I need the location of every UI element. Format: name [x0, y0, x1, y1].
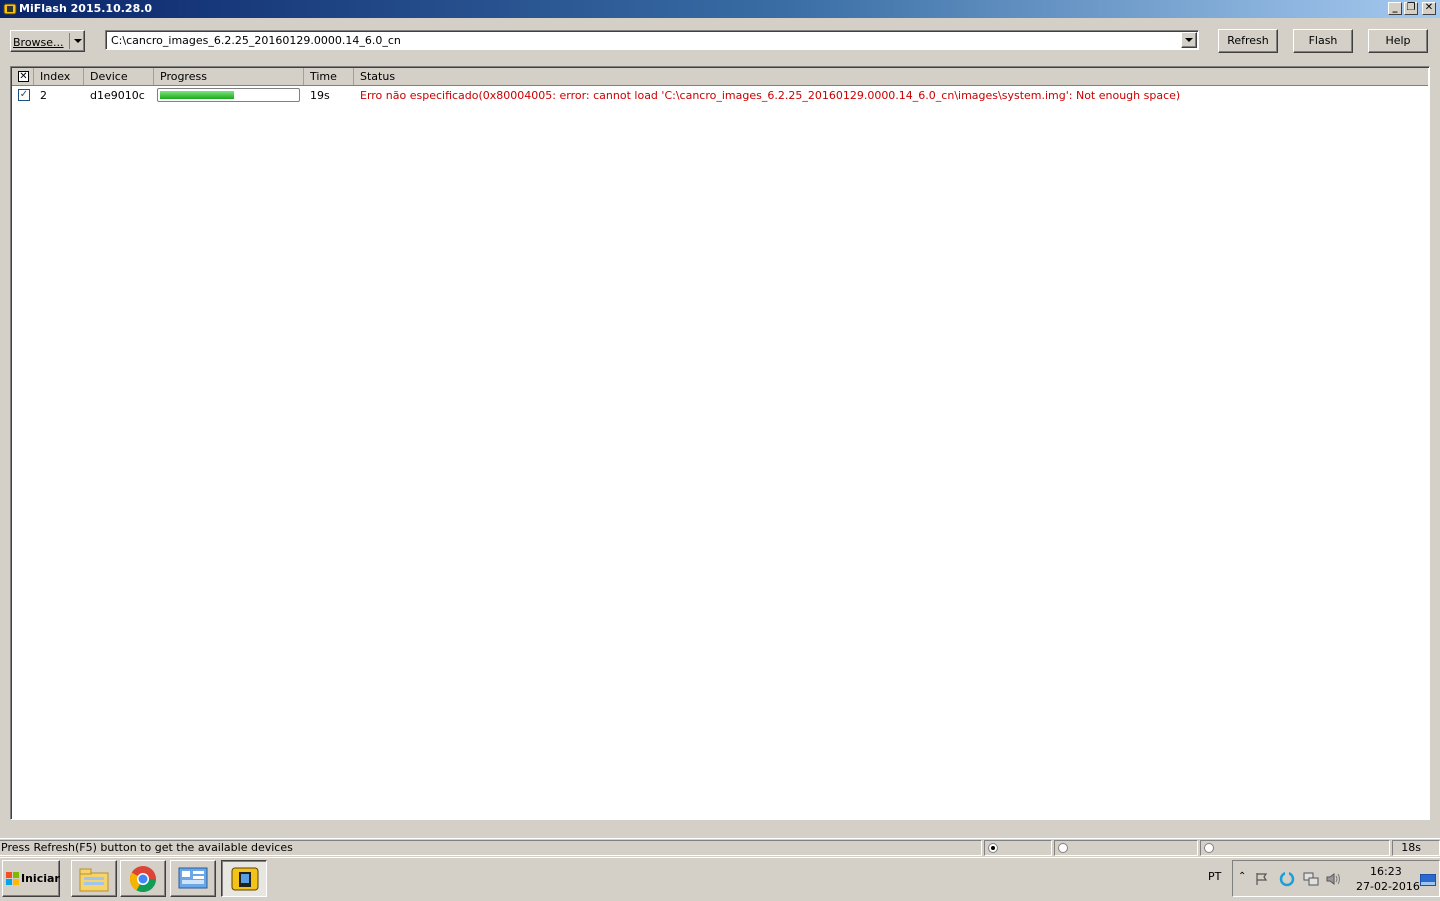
- chrome-icon: [129, 866, 157, 893]
- radio-option-3[interactable]: [1204, 843, 1214, 853]
- path-input[interactable]: C:\cancro_images_6.2.25_20160129.0000.14…: [111, 34, 401, 47]
- status-bar: Press Refresh(F5) button to get the avai…: [0, 838, 1440, 857]
- path-combobox[interactable]: C:\cancro_images_6.2.25_20160129.0000.14…: [105, 30, 1199, 50]
- status-elapsed: 18s: [1401, 841, 1421, 854]
- taskbar-miflash[interactable]: [221, 860, 267, 897]
- path-dropdown-button[interactable]: [1181, 32, 1197, 48]
- table-row[interactable]: ✓ 2 d1e9010c 19s Erro não especificado(0…: [12, 87, 1428, 105]
- taskbar: [0, 857, 1440, 901]
- window-title: MiFlash 2015.10.28.0: [19, 2, 153, 15]
- title-bar[interactable]: MiFlash 2015.10.28.0 _ ❐ ✕: [0, 0, 1440, 18]
- status-radio-panel-1[interactable]: [984, 840, 1052, 856]
- browse-button[interactable]: Browse...: [10, 30, 85, 52]
- start-button[interactable]: Iniciar: [2, 860, 60, 897]
- status-radio-panel-3[interactable]: [1200, 840, 1390, 856]
- row-time: 19s: [310, 89, 330, 102]
- taskbar-control-panel[interactable]: [170, 860, 216, 897]
- miflash-taskbar-icon: [231, 867, 259, 891]
- miflash-app-icon: [3, 3, 17, 15]
- column-header-status[interactable]: Status: [354, 68, 1428, 85]
- status-message-panel: Press Refresh(F5) button to get the avai…: [0, 840, 982, 856]
- status-elapsed-panel: 18s: [1392, 840, 1440, 856]
- row-device: d1e9010c: [90, 89, 145, 102]
- radio-option-1[interactable]: [988, 843, 998, 853]
- radio-selected-dot: [991, 846, 995, 850]
- tray-chevron-icon[interactable]: ⌃: [1238, 871, 1246, 882]
- restore-button[interactable]: ❐: [1404, 2, 1418, 15]
- column-header-device[interactable]: Device: [84, 68, 154, 85]
- column-header-progress[interactable]: Progress: [154, 68, 304, 85]
- close-button[interactable]: ✕: [1422, 2, 1436, 15]
- device-list[interactable]: ✕ Index Device Progress Time Status ✓ 2 …: [10, 66, 1430, 820]
- chevron-down-icon[interactable]: [74, 39, 82, 43]
- row-progress-fill: [160, 91, 234, 99]
- update-icon[interactable]: [1279, 871, 1295, 887]
- list-header: ✕ Index Device Progress Time Status: [12, 68, 1428, 86]
- help-button[interactable]: Help: [1368, 29, 1428, 53]
- taskbar-file-explorer[interactable]: [71, 860, 117, 897]
- show-desktop-icon[interactable]: [1420, 874, 1436, 886]
- row-progress-bar: [157, 88, 300, 102]
- language-indicator[interactable]: PT: [1208, 870, 1221, 883]
- status-radio-panel-2[interactable]: [1054, 840, 1198, 856]
- file-explorer-icon: [79, 868, 109, 892]
- network-icon[interactable]: [1303, 872, 1319, 886]
- clock-date[interactable]: 27-02-2016: [1356, 880, 1420, 893]
- start-label: Iniciar: [21, 872, 60, 885]
- windows-flag-icon: [6, 872, 19, 885]
- minimize-button[interactable]: _: [1388, 2, 1402, 15]
- radio-option-2[interactable]: [1058, 843, 1068, 853]
- row-status-error: Erro não especificado(0x80004005: error:…: [360, 89, 1181, 102]
- status-message: Press Refresh(F5) button to get the avai…: [1, 841, 293, 854]
- control-panel-icon: [178, 867, 208, 889]
- header-select-all[interactable]: ✕: [12, 68, 34, 85]
- refresh-button[interactable]: Refresh: [1218, 29, 1278, 53]
- column-header-index[interactable]: Index: [34, 68, 84, 85]
- row-checkbox[interactable]: ✓: [18, 89, 30, 101]
- clock-time[interactable]: 16:23: [1370, 865, 1402, 878]
- system-tray: ⌃ 16:23 27-02-2016: [1232, 860, 1440, 897]
- row-index: 2: [40, 89, 47, 102]
- select-all-checkbox[interactable]: ✕: [18, 71, 29, 82]
- column-header-time[interactable]: Time: [304, 68, 354, 85]
- volume-icon[interactable]: [1326, 872, 1342, 886]
- chevron-down-icon: [1185, 38, 1193, 42]
- browse-split-divider: [69, 33, 70, 49]
- taskbar-chrome[interactable]: [120, 860, 166, 897]
- flag-icon[interactable]: [1255, 872, 1269, 886]
- flash-button[interactable]: Flash: [1293, 29, 1353, 53]
- browse-label: Browse...: [13, 36, 64, 49]
